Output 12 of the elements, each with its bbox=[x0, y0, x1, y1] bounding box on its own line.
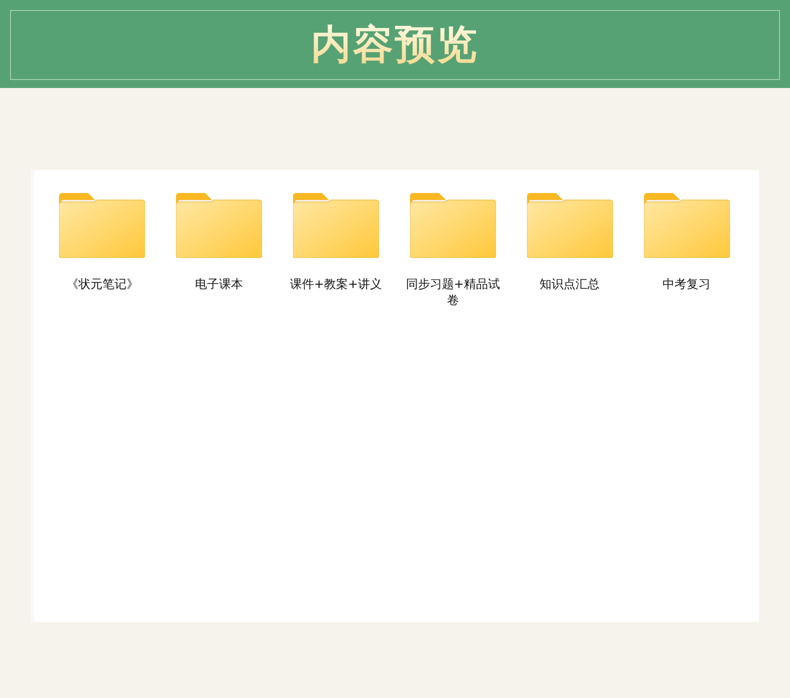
folder-icon[interactable] bbox=[410, 190, 496, 258]
folder-icon[interactable] bbox=[644, 190, 730, 258]
folder-label[interactable]: 课件+教案+讲义 bbox=[288, 276, 384, 292]
folder-label[interactable]: 中考复习 bbox=[638, 276, 735, 292]
folder-label[interactable]: 同步习题+精品试卷 bbox=[404, 276, 501, 308]
folder-icon[interactable] bbox=[293, 190, 380, 258]
folder-icon[interactable] bbox=[526, 190, 613, 258]
folder-label[interactable]: 知识点汇总 bbox=[522, 276, 618, 292]
folder-icon[interactable] bbox=[176, 190, 262, 258]
folder-label[interactable]: 《状元笔记》 bbox=[54, 276, 150, 292]
folder-icon[interactable] bbox=[59, 190, 146, 258]
folder-label[interactable]: 电子课本 bbox=[171, 276, 268, 292]
